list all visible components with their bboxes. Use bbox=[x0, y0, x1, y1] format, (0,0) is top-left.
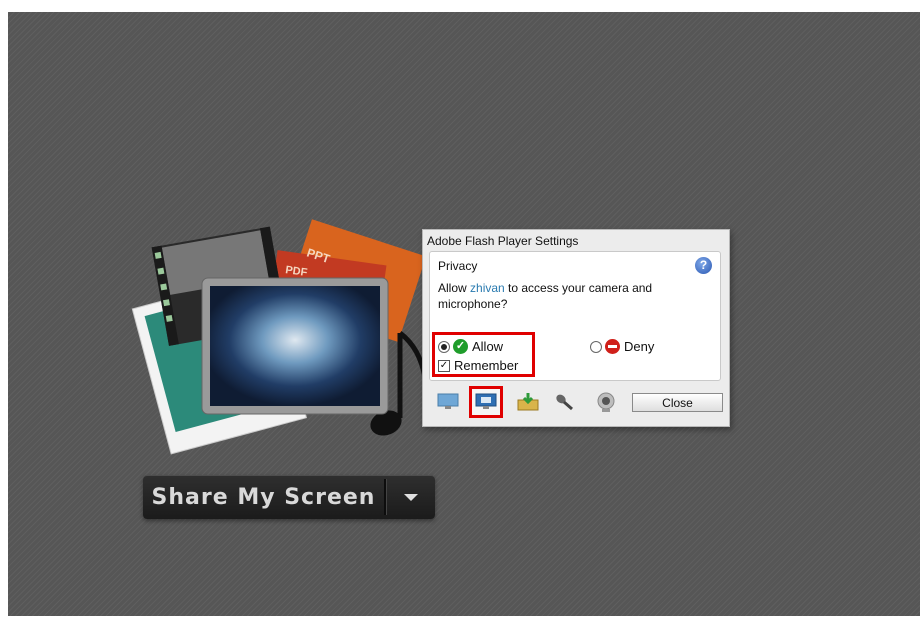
remember-label: Remember bbox=[454, 358, 519, 373]
deny-radio[interactable] bbox=[590, 340, 602, 353]
flash-settings-dialog: Adobe Flash Player Settings Privacy ? Al… bbox=[422, 229, 730, 427]
allow-option[interactable]: ✓ Allow bbox=[438, 339, 503, 354]
tab-camera[interactable] bbox=[589, 386, 623, 418]
allow-label: Allow bbox=[472, 339, 504, 354]
settings-tab-bar: Close bbox=[429, 386, 729, 418]
deny-icon bbox=[605, 339, 620, 354]
remember-option[interactable]: ✓ Remember bbox=[438, 358, 518, 373]
storage-icon bbox=[517, 393, 539, 411]
media-stack-graphic: PPT PDF bbox=[131, 219, 428, 455]
tab-microphone[interactable] bbox=[547, 386, 581, 418]
privacy-icon bbox=[475, 393, 497, 409]
chevron-down-icon bbox=[404, 493, 418, 501]
close-button[interactable]: Close bbox=[632, 393, 723, 412]
camera-icon bbox=[597, 392, 615, 412]
tab-privacy[interactable] bbox=[469, 386, 503, 418]
dialog-title: Adobe Flash Player Settings bbox=[427, 234, 579, 248]
privacy-message: Allow zhivan to access your camera and m… bbox=[438, 280, 718, 312]
site-name: zhivan bbox=[470, 281, 505, 295]
privacy-section-title: Privacy bbox=[438, 259, 478, 273]
check-icon: ✓ bbox=[453, 339, 468, 354]
share-dropdown-button[interactable] bbox=[387, 475, 435, 519]
media-illustration: PPT PDF bbox=[130, 218, 430, 458]
remember-checkbox[interactable]: ✓ bbox=[438, 359, 450, 372]
display-icon bbox=[437, 393, 459, 409]
deny-option[interactable]: Deny bbox=[590, 339, 654, 354]
microphone-icon bbox=[556, 394, 573, 411]
share-my-screen-button[interactable]: Share My Screen bbox=[143, 475, 384, 519]
tab-storage[interactable] bbox=[511, 386, 545, 418]
share-my-screen-control[interactable]: Share My Screen bbox=[143, 475, 435, 519]
deny-label: Deny bbox=[624, 339, 655, 354]
tab-display[interactable] bbox=[431, 386, 465, 418]
allow-radio[interactable] bbox=[438, 340, 450, 353]
privacy-panel: Privacy ? Allow zhivan to access your ca… bbox=[429, 251, 721, 381]
message-prefix: Allow bbox=[438, 281, 471, 295]
help-icon[interactable]: ? bbox=[695, 257, 712, 274]
